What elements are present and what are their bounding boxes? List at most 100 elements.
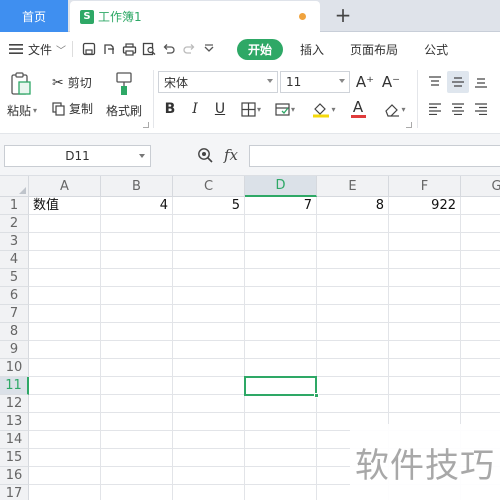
ribbon-tab-formulas[interactable]: 公式 bbox=[424, 41, 448, 58]
formula-input[interactable] bbox=[249, 145, 500, 167]
fill-color-button[interactable]: ▾ bbox=[308, 98, 340, 120]
cell-b4[interactable] bbox=[101, 251, 173, 269]
cell-c15[interactable] bbox=[173, 449, 245, 467]
workbook-tab[interactable]: S 工作簿1 bbox=[70, 1, 320, 32]
cell-e7[interactable] bbox=[317, 305, 389, 323]
name-box[interactable]: D11 bbox=[4, 145, 151, 167]
cell-a8[interactable] bbox=[29, 323, 101, 341]
cell-c4[interactable] bbox=[173, 251, 245, 269]
paste-icon[interactable] bbox=[10, 72, 32, 96]
row-header-1[interactable]: 1 bbox=[0, 197, 29, 215]
row-header-13[interactable]: 13 bbox=[0, 413, 29, 431]
cell-a11[interactable] bbox=[29, 377, 101, 395]
cell-g12[interactable] bbox=[461, 395, 500, 413]
cell-g2[interactable] bbox=[461, 215, 500, 233]
cell-b6[interactable] bbox=[101, 287, 173, 305]
cell-c12[interactable] bbox=[173, 395, 245, 413]
more-icon[interactable] bbox=[199, 39, 219, 59]
cell-e9[interactable] bbox=[317, 341, 389, 359]
cell-b13[interactable] bbox=[101, 413, 173, 431]
row-header-11[interactable]: 11 bbox=[0, 377, 29, 395]
cell-g6[interactable] bbox=[461, 287, 500, 305]
row-header-15[interactable]: 15 bbox=[0, 449, 29, 467]
cell-b14[interactable] bbox=[101, 431, 173, 449]
cell-a10[interactable] bbox=[29, 359, 101, 377]
row-header-8[interactable]: 8 bbox=[0, 323, 29, 341]
cell-a5[interactable] bbox=[29, 269, 101, 287]
select-all-button[interactable] bbox=[0, 176, 29, 197]
cell-e6[interactable] bbox=[317, 287, 389, 305]
cell-d9[interactable] bbox=[245, 341, 317, 359]
align-center-button[interactable] bbox=[447, 98, 469, 120]
cell-e11[interactable] bbox=[317, 377, 389, 395]
cell-c10[interactable] bbox=[173, 359, 245, 377]
cell-a6[interactable] bbox=[29, 287, 101, 305]
cell-b10[interactable] bbox=[101, 359, 173, 377]
insert-function-button[interactable]: fx bbox=[224, 146, 238, 164]
print-preview-icon[interactable] bbox=[139, 39, 159, 59]
row-header-7[interactable]: 7 bbox=[0, 305, 29, 323]
cell-f11[interactable] bbox=[389, 377, 461, 395]
cell-c8[interactable] bbox=[173, 323, 245, 341]
cell-c13[interactable] bbox=[173, 413, 245, 431]
cell-a7[interactable] bbox=[29, 305, 101, 323]
row-header-12[interactable]: 12 bbox=[0, 395, 29, 413]
clear-format-button[interactable]: ▾ bbox=[380, 98, 410, 120]
italic-button[interactable]: I bbox=[184, 98, 206, 120]
cell-d10[interactable] bbox=[245, 359, 317, 377]
column-header-e[interactable]: E bbox=[317, 176, 389, 197]
fill-handle[interactable] bbox=[314, 393, 319, 398]
undo-icon[interactable] bbox=[159, 39, 179, 59]
cell-c17[interactable] bbox=[173, 485, 245, 500]
cell-b15[interactable] bbox=[101, 449, 173, 467]
bold-button[interactable]: B bbox=[159, 98, 181, 120]
print-icon[interactable] bbox=[119, 39, 139, 59]
cell-f1[interactable]: 922 bbox=[389, 197, 461, 215]
cell-c14[interactable] bbox=[173, 431, 245, 449]
cell-e12[interactable] bbox=[317, 395, 389, 413]
cell-f3[interactable] bbox=[389, 233, 461, 251]
font-size-select[interactable]: 11 bbox=[280, 71, 350, 93]
cell-b8[interactable] bbox=[101, 323, 173, 341]
new-tab-button[interactable]: + bbox=[330, 4, 356, 28]
cell-c11[interactable] bbox=[173, 377, 245, 395]
cell-e8[interactable] bbox=[317, 323, 389, 341]
cell-c6[interactable] bbox=[173, 287, 245, 305]
cell-e10[interactable] bbox=[317, 359, 389, 377]
format-painter-label[interactable]: 格式刷 bbox=[106, 102, 142, 119]
cell-d6[interactable] bbox=[245, 287, 317, 305]
cell-a17[interactable] bbox=[29, 485, 101, 500]
hamburger-menu-icon[interactable] bbox=[6, 39, 26, 59]
cell-b9[interactable] bbox=[101, 341, 173, 359]
cell-a14[interactable] bbox=[29, 431, 101, 449]
cell-f4[interactable] bbox=[389, 251, 461, 269]
cell-g1[interactable] bbox=[461, 197, 500, 215]
ribbon-tab-insert[interactable]: 插入 bbox=[300, 41, 324, 58]
column-header-a[interactable]: A bbox=[29, 176, 101, 197]
cell-d2[interactable] bbox=[245, 215, 317, 233]
row-header-16[interactable]: 16 bbox=[0, 467, 29, 485]
cell-d13[interactable] bbox=[245, 413, 317, 431]
cell-d7[interactable] bbox=[245, 305, 317, 323]
cell-d8[interactable] bbox=[245, 323, 317, 341]
shrink-font-button[interactable]: A⁻ bbox=[380, 71, 402, 93]
column-header-f[interactable]: F bbox=[389, 176, 461, 197]
cell-c5[interactable] bbox=[173, 269, 245, 287]
cell-f5[interactable] bbox=[389, 269, 461, 287]
cell-d5[interactable] bbox=[245, 269, 317, 287]
column-header-d[interactable]: D bbox=[245, 176, 317, 197]
cell-f2[interactable] bbox=[389, 215, 461, 233]
borders-button[interactable]: ▾ bbox=[236, 98, 266, 120]
align-right-button[interactable] bbox=[470, 98, 492, 120]
cell-a12[interactable] bbox=[29, 395, 101, 413]
cell-c16[interactable] bbox=[173, 467, 245, 485]
cell-c3[interactable] bbox=[173, 233, 245, 251]
cell-d15[interactable] bbox=[245, 449, 317, 467]
row-header-5[interactable]: 5 bbox=[0, 269, 29, 287]
align-middle-button[interactable] bbox=[447, 71, 469, 93]
ribbon-tab-page-layout[interactable]: 页面布局 bbox=[350, 41, 398, 58]
cell-b2[interactable] bbox=[101, 215, 173, 233]
cell-f8[interactable] bbox=[389, 323, 461, 341]
cell-f9[interactable] bbox=[389, 341, 461, 359]
cell-d16[interactable] bbox=[245, 467, 317, 485]
